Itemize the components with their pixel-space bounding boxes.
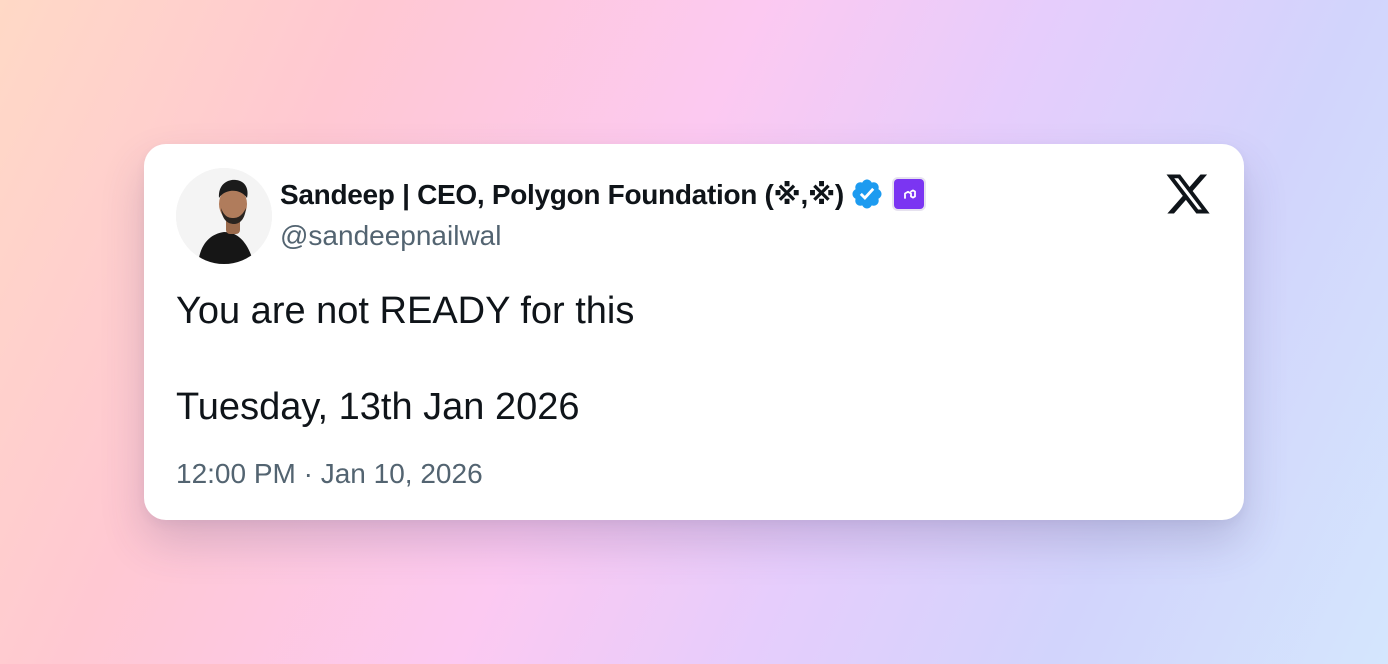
author-name-row: Sandeep | CEO, Polygon Foundation (※,※) <box>280 176 924 212</box>
author-display-name[interactable]: Sandeep | CEO, Polygon Foundation (※,※) <box>280 178 844 211</box>
x-logo-icon[interactable] <box>1164 170 1212 218</box>
tweet-text-line: Tuesday, 13th Jan 2026 <box>176 386 580 428</box>
avatar[interactable] <box>176 168 272 264</box>
tweet-timestamp[interactable]: 12:00 PM · Jan 10, 2026 <box>176 458 483 490</box>
tweet-text-line: You are not READY for this <box>176 290 635 332</box>
verified-badge-icon <box>850 177 884 211</box>
polygon-affiliate-badge-icon[interactable] <box>893 179 924 209</box>
author-handle[interactable]: @sandeepnailwal <box>280 220 501 252</box>
tweet-card: Sandeep | CEO, Polygon Foundation (※,※) … <box>144 144 1244 520</box>
